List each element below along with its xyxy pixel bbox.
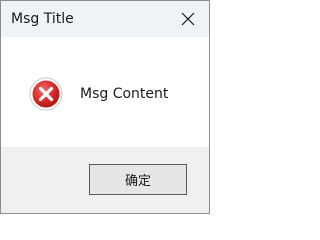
dialog-content: Msg Content [1, 37, 209, 147]
close-icon [181, 12, 195, 26]
dialog-footer: 确定 [1, 147, 209, 213]
title-bar: Msg Title [1, 1, 209, 37]
window-title: Msg Title [11, 11, 74, 27]
message-text: Msg Content [80, 86, 169, 102]
message-dialog: Msg Title Msg Content 确定 [0, 0, 210, 214]
error-icon [29, 77, 63, 111]
close-button[interactable] [167, 1, 209, 37]
ok-button[interactable]: 确定 [89, 164, 187, 195]
